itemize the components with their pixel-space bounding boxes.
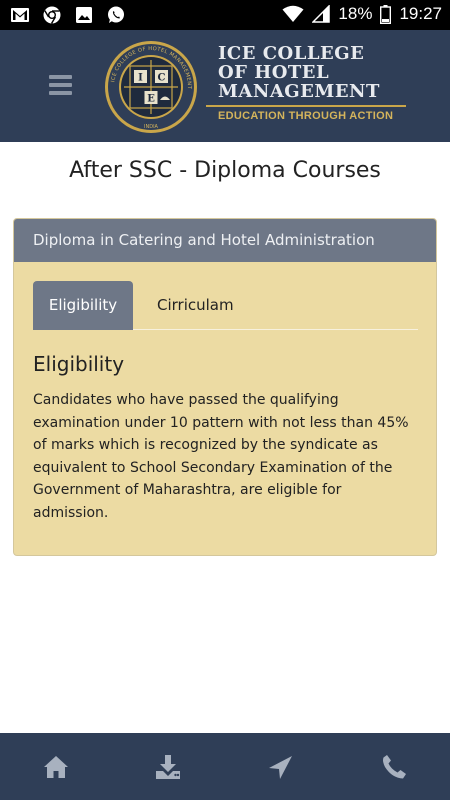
gallery-icon <box>76 7 92 23</box>
home-button[interactable] <box>42 753 70 781</box>
download-button[interactable] <box>154 753 182 781</box>
logo-name-line1: ICE COLLEGE <box>218 43 365 64</box>
section-title: Eligibility <box>33 352 125 376</box>
seal-bottom-text: INDIA <box>144 124 159 130</box>
logo-name-line2: OF HOTEL <box>218 62 330 83</box>
seal-letter-e: E <box>147 94 155 105</box>
clock: 19:27 <box>399 4 442 23</box>
course-panel: Diploma in Catering and Hotel Administra… <box>13 218 437 556</box>
app-header: ICE COLLEGE OF HOTEL MANAGEMENT INDIA I … <box>0 30 450 142</box>
wifi-icon <box>282 5 304 22</box>
status-bar: 18% 19:27 <box>0 0 450 30</box>
whatsapp-icon <box>108 6 124 23</box>
college-logo-text[interactable]: ICE COLLEGE OF HOTEL MANAGEMENT EDUCATIO… <box>206 43 413 122</box>
bottom-navigation <box>0 733 450 800</box>
logo-tagline: EDUCATION THROUGH ACTION <box>218 110 394 122</box>
notification-icons <box>10 5 126 25</box>
battery-percent: 18% <box>338 4 373 23</box>
logo-name-line3: MANAGEMENT <box>218 81 380 102</box>
logo-divider <box>206 105 406 107</box>
signal-icon <box>312 5 331 23</box>
call-button[interactable] <box>380 753 408 781</box>
phone-icon <box>383 755 406 779</box>
course-heading: Diploma in Catering and Hotel Administra… <box>14 219 436 262</box>
tab-cirriculam[interactable]: Cirriculam <box>137 281 254 330</box>
download-icon <box>156 755 180 779</box>
directions-button[interactable] <box>267 753 295 781</box>
location-arrow-icon <box>269 756 292 779</box>
seal-letter-c: C <box>158 73 166 84</box>
tab-eligibility[interactable]: Eligibility <box>33 281 133 330</box>
course-tabs: Eligibility Cirriculam <box>33 281 418 330</box>
system-status: 18% 19:27 <box>282 4 442 24</box>
gmail-icon <box>11 8 29 22</box>
seal-letter-i: I <box>138 73 143 84</box>
page-title: After SSC - Diploma Courses <box>69 158 381 183</box>
hamburger-menu-icon[interactable] <box>49 75 72 95</box>
battery-icon <box>380 4 392 24</box>
chrome-icon <box>43 6 61 24</box>
college-logo-seal[interactable]: ICE COLLEGE OF HOTEL MANAGEMENT INDIA I … <box>104 40 198 134</box>
home-icon <box>44 756 68 778</box>
section-body: Candidates who have passed the qualifyin… <box>33 392 409 521</box>
